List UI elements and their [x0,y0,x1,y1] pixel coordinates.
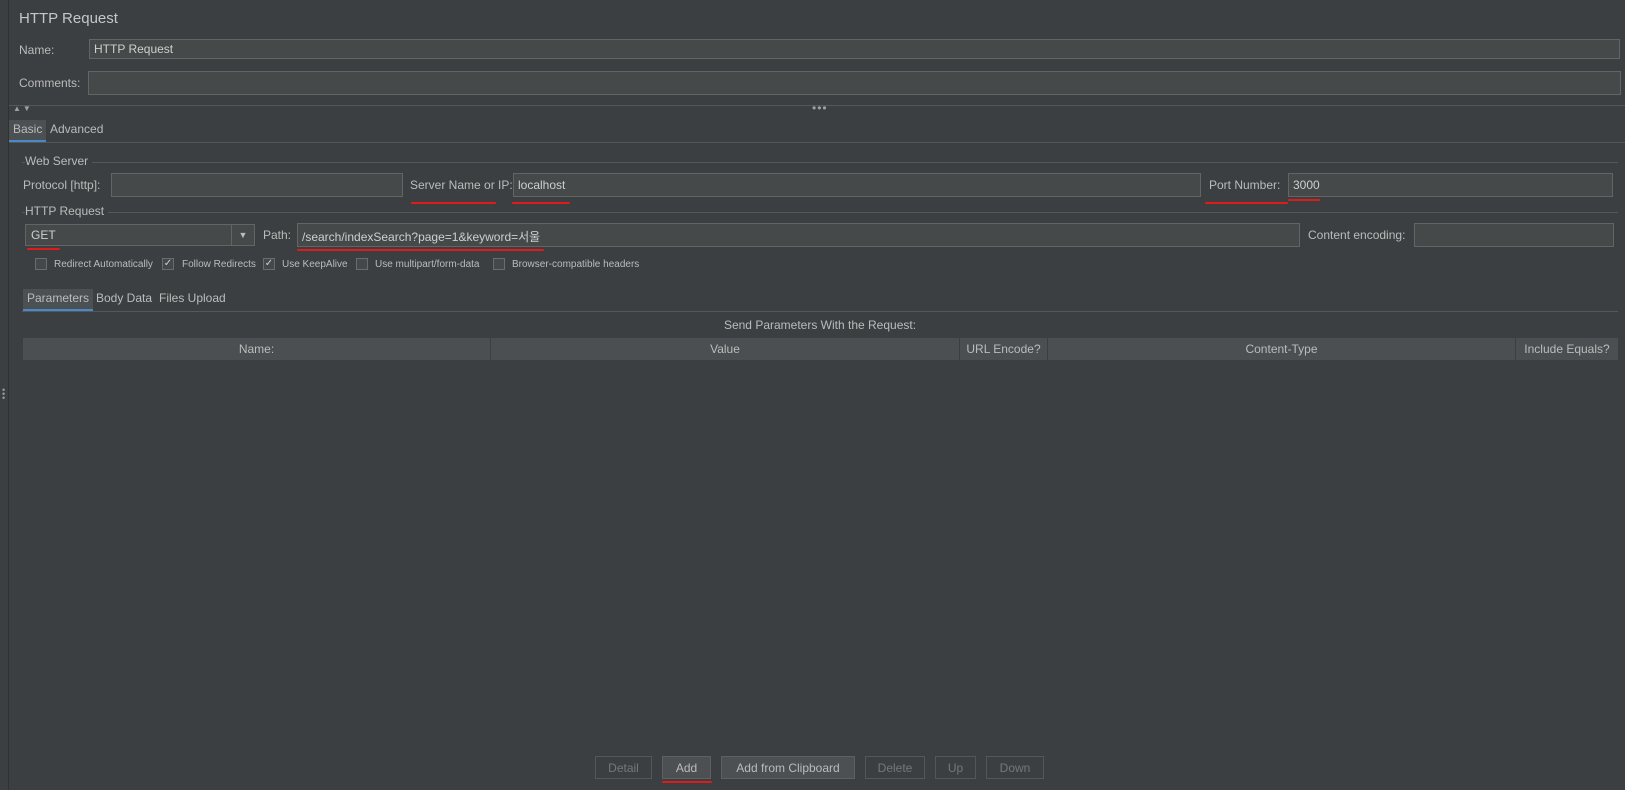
tab-basic[interactable]: Basic [9,120,47,143]
method-value: GET [31,228,56,242]
follow-redirects-label: Follow Redirects [182,259,256,270]
server-name-field[interactable]: localhost [513,173,1201,197]
use-multipart-label: Use multipart/form-data [375,259,480,270]
annotation-underline-method [27,248,60,250]
method-select[interactable]: GET ▼ [25,224,255,246]
path-label: Path: [263,228,292,242]
use-multipart-checkbox[interactable] [356,258,368,270]
annotation-underline-server-value [512,202,570,204]
delete-button[interactable]: Delete [865,756,925,779]
path-field[interactable]: /search/indexSearch?page=1&keyword=서울 [297,223,1300,247]
follow-redirects-checkbox[interactable]: ✓ [162,258,174,270]
chevron-down-icon[interactable]: ▼ [231,225,254,245]
subtabs-divider [22,311,1618,312]
collapse-arrows-icon[interactable]: ▲▼ [13,104,33,113]
table-header-name[interactable]: Name: [23,338,491,360]
table-header-content-type[interactable]: Content-Type [1048,338,1516,360]
web-server-group-title: Web Server [25,154,93,168]
web-server-group-border [22,162,1618,163]
annotation-underline-path [297,249,544,251]
vertical-dots-icon[interactable]: • • • [2,386,6,403]
detail-button[interactable]: Detail [595,756,652,779]
horizontal-dots-icon[interactable]: ••• [812,101,828,115]
port-number-label: Port Number: [1209,178,1281,192]
table-header-value[interactable]: Value [491,338,960,360]
protocol-label: Protocol [http]: [23,178,101,192]
http-request-group-title: HTTP Request [25,204,109,218]
port-number-field[interactable]: 3000 [1288,173,1613,197]
use-keepalive-label: Use KeepAlive [282,259,348,270]
annotation-underline-server-label [411,202,496,204]
tab-parameters[interactable]: Parameters [23,289,94,312]
tabs-divider [9,142,1625,143]
page-title: HTTP Request [19,10,118,27]
name-label: Name: [19,43,55,57]
tab-files-upload[interactable]: Files Upload [155,289,230,307]
protocol-field[interactable] [111,173,403,197]
table-header-include-equals[interactable]: Include Equals? [1516,338,1618,360]
name-field[interactable]: HTTP Request [89,39,1620,59]
browser-compatible-headers-label: Browser-compatible headers [512,259,640,270]
content-encoding-field[interactable] [1414,223,1614,247]
tab-advanced[interactable]: Advanced [46,120,107,138]
annotation-underline-port-label [1205,202,1288,204]
use-keepalive-checkbox[interactable]: ✓ [263,258,275,270]
table-header-url-encode[interactable]: URL Encode? [960,338,1048,360]
down-button[interactable]: Down [986,756,1044,779]
comments-label: Comments: [19,76,81,90]
redirect-automatically-checkbox[interactable] [35,258,47,270]
parameters-table-body[interactable] [23,360,1618,730]
up-button[interactable]: Up [935,756,976,779]
tab-body-data[interactable]: Body Data [92,289,156,307]
annotation-underline-port-value [1288,199,1320,201]
server-name-label: Server Name or IP: [410,178,513,192]
params-caption: Send Parameters With the Request: [723,318,917,332]
browser-compatible-headers-checkbox[interactable] [493,258,505,270]
http-request-group-border [22,212,1618,213]
add-from-clipboard-button[interactable]: Add from Clipboard [721,756,855,779]
add-button[interactable]: Add [662,756,711,779]
comments-field[interactable] [88,71,1621,95]
annotation-underline-add [662,781,712,783]
content-encoding-label: Content encoding: [1308,228,1406,242]
redirect-automatically-label: Redirect Automatically [54,259,153,270]
